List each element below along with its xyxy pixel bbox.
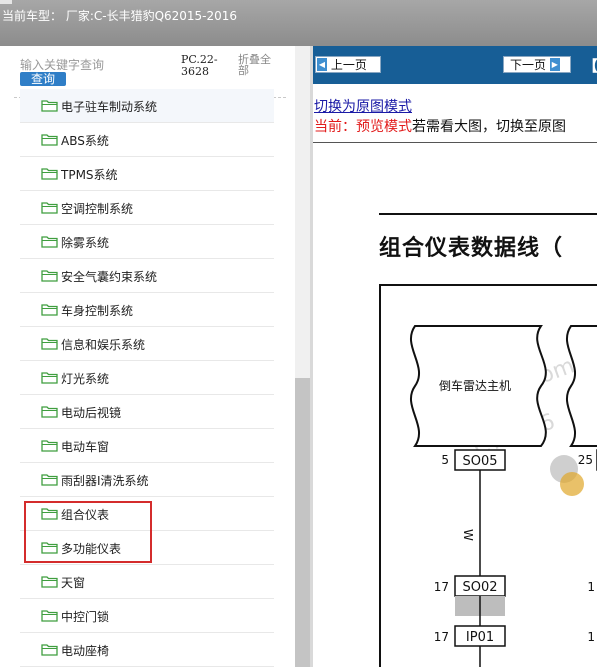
right-pin3-number: 1	[587, 630, 595, 644]
folder-icon	[41, 338, 58, 350]
sidebar-scroll-thumb[interactable]	[295, 378, 310, 667]
tree-node-label: 天窗	[61, 576, 86, 590]
prev-page-label: 上一页	[330, 58, 367, 72]
tree-node[interactable]: 电动车窗	[20, 429, 274, 463]
folder-icon	[41, 304, 58, 316]
highlight-box	[24, 501, 152, 563]
folder-icon	[41, 202, 58, 214]
tree-node[interactable]: 天窗	[20, 565, 274, 599]
folder-icon	[41, 406, 58, 418]
document-title: 组合仪表数据线（	[379, 236, 564, 261]
tree-node[interactable]: 安全气囊约束系统	[20, 259, 274, 293]
arrow-left-icon: ◀	[317, 58, 327, 71]
pin1-number: 5	[441, 453, 449, 467]
tree-node[interactable]: 灯光系统	[20, 361, 274, 395]
tree-node-label: ABS系统	[61, 134, 109, 148]
folder-icon	[41, 610, 58, 622]
tree-node[interactable]: 中控门锁	[20, 599, 274, 633]
folder-icon	[41, 576, 58, 588]
arrow-right-icon: ▶	[549, 58, 560, 71]
collapse-all-link[interactable]: 折叠全部	[238, 54, 278, 76]
next-page-label: 下一页	[510, 58, 547, 72]
folder-icon	[41, 372, 58, 384]
folder-icon	[41, 236, 58, 248]
tree-node-label: 灯光系统	[61, 372, 110, 386]
tree-node[interactable]: 除雾系统	[20, 225, 274, 259]
brand-logo-accent	[560, 472, 584, 496]
mode-status-hint: 若需看大图，切换至原图	[412, 119, 566, 135]
folder-icon	[41, 100, 58, 112]
tree-node-label: 除雾系统	[61, 236, 110, 250]
viewer-divider	[313, 142, 597, 143]
right-pin2-number: 1	[587, 580, 595, 594]
module-label: 倒车雷达主机	[439, 378, 511, 393]
window-corner	[0, 0, 12, 4]
tree-node-label: 空调控制系统	[61, 202, 134, 216]
pin2-code: SO02	[462, 580, 497, 595]
tree-node[interactable]: 空调控制系统	[20, 191, 274, 225]
pc-code: PC.22-3628	[181, 53, 218, 78]
prev-page-button[interactable]: ◀ 上一页	[315, 56, 381, 73]
folder-icon	[41, 644, 58, 656]
tree-node-label: 电子驻车制动系统	[61, 100, 158, 114]
next-page-button[interactable]: 下一页 ▶	[503, 56, 571, 73]
title-bar: 当前车型： 厂家:C-长丰猎豹Q62015-2016	[0, 0, 597, 46]
tree-node[interactable]: 电动座椅	[20, 633, 274, 667]
wire-color-label: W	[461, 529, 475, 541]
folder-icon	[41, 270, 58, 282]
tree-node-label: 安全气囊约束系统	[61, 270, 158, 284]
folder-icon	[41, 168, 58, 180]
tree-node[interactable]: 电子驻车制动系统	[20, 89, 274, 123]
tree-node-label: TPMS系统	[61, 168, 118, 182]
system-tree: 电子驻车制动系统 ABS系统 TPMS系统空调控制系统 除雾系统安全气囊约束系统 车身控…	[20, 89, 274, 667]
document-viewer: ◀ 上一页 下一页 ▶ 【返 切换为原图模式 当前：预览模式若需看大图，切换至原…	[313, 46, 597, 667]
mode-status-current: 当前：预览模式	[314, 119, 412, 135]
folder-icon	[41, 474, 58, 486]
tree-node-label: 信息和娱乐系统	[61, 338, 146, 352]
return-link[interactable]: 【返	[583, 55, 597, 76]
tree-node[interactable]: 雨刮器I清洗系统	[20, 463, 274, 497]
tree-node[interactable]: 电动后视镜	[20, 395, 274, 429]
right-pin-number: 25	[578, 453, 593, 467]
search-button[interactable]: 查询	[20, 72, 66, 86]
tree-node-label: 雨刮器I清洗系统	[61, 474, 149, 488]
wiring-diagram-svg: 畅易 car388.com CY2016 倒车雷达主机 5 SO05 W 17 …	[409, 325, 597, 667]
tree-node-label: 电动座椅	[61, 644, 110, 658]
right-module-box	[565, 325, 597, 447]
folder-icon	[41, 134, 58, 146]
pin3-code: IP01	[466, 630, 494, 645]
tree-node[interactable]: 车身控制系统	[20, 293, 274, 327]
tree-node-label: 车身控制系统	[61, 304, 134, 318]
pin1-code: SO05	[462, 454, 497, 469]
tree-node[interactable]: TPMS系统	[20, 157, 274, 191]
tree-node[interactable]: ABS系统	[20, 123, 274, 157]
tree-node[interactable]: 信息和娱乐系统	[20, 327, 274, 361]
wiring-diagram: 畅易 car388.com CY2016 倒车雷达主机 5 SO05 W 17 …	[379, 284, 597, 667]
pin3-number: 17	[434, 630, 449, 644]
mode-status: 当前：预览模式若需看大图，切换至原图	[314, 116, 566, 136]
tree-node-label: 电动车窗	[61, 440, 110, 454]
pin2-number: 17	[434, 580, 449, 594]
document-rule	[379, 213, 597, 215]
tree-node-label: 中控门锁	[61, 610, 110, 624]
tree-node-label: 电动后视镜	[61, 406, 122, 420]
current-model-title: 当前车型： 厂家:C-长丰猎豹Q62015-2016	[2, 9, 238, 23]
folder-icon	[41, 440, 58, 452]
viewer-toolbar: ◀ 上一页 下一页 ▶ 【返	[313, 46, 597, 84]
switch-original-mode-link[interactable]: 切换为原图模式	[314, 96, 412, 116]
